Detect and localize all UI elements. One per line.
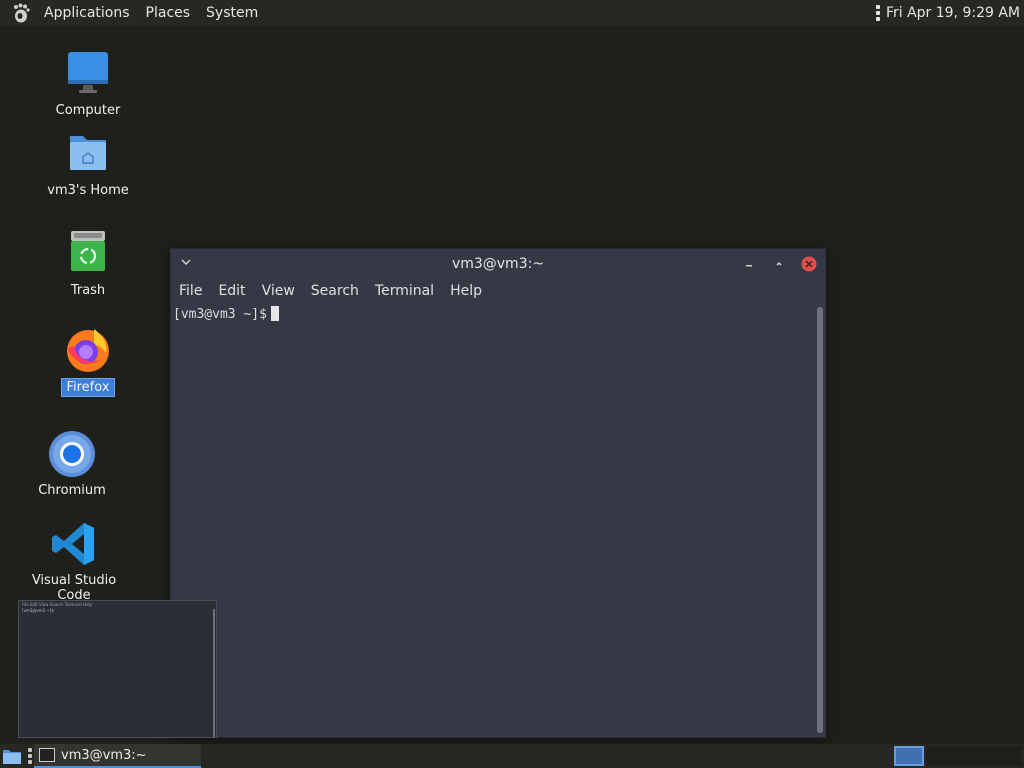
maximize-button[interactable]	[771, 256, 787, 272]
terminal-scrollbar[interactable]	[817, 307, 823, 733]
preview-prompt: [vm3@vm3 ~]$	[22, 608, 54, 613]
workspace-switcher-1[interactable]	[894, 746, 924, 766]
trash-icon	[64, 230, 112, 278]
gnome-foot-icon[interactable]	[10, 2, 32, 24]
chromium-icon	[48, 430, 96, 478]
menu-help[interactable]: Help	[442, 283, 490, 299]
window-title: vm3@vm3:~	[451, 256, 545, 272]
window-titlebar[interactable]: vm3@vm3:~	[171, 249, 825, 279]
desktop-icon-label: Trash	[70, 283, 106, 298]
menu-view[interactable]: View	[254, 283, 303, 299]
clock[interactable]: Fri Apr 19, 9:29 AM	[886, 5, 1020, 21]
preview-menubar: File Edit View Search Terminal Help	[22, 602, 93, 607]
desktop-icon-computer[interactable]: Computer	[33, 50, 143, 119]
taskbar-button-terminal[interactable]: vm3@vm3:~	[34, 744, 201, 768]
desktop-icon-firefox[interactable]: Firefox	[33, 326, 143, 397]
desktop-icon-label: Computer	[55, 103, 121, 118]
panel-handle-icon[interactable]	[28, 748, 32, 764]
places-menu[interactable]: Places	[138, 5, 199, 21]
minimize-button[interactable]	[741, 256, 757, 272]
shell-prompt: [vm3@vm3 ~]$	[173, 307, 267, 322]
terminal-window[interactable]: vm3@vm3:~ File Edit View Search Terminal…	[171, 249, 825, 737]
applications-menu[interactable]: Applications	[36, 5, 138, 21]
desktop-icon-label: vm3's Home	[47, 183, 129, 198]
terminal-output[interactable]: [vm3@vm3 ~]$	[171, 303, 815, 737]
menu-search[interactable]: Search	[303, 283, 367, 299]
desktop-icon-chromium[interactable]: Chromium	[17, 430, 127, 499]
workspace-switcher-2[interactable]	[926, 746, 1022, 766]
firefox-icon	[64, 326, 112, 374]
menu-edit[interactable]: Edit	[210, 283, 253, 299]
desktop-icon-label: Firefox	[61, 378, 115, 397]
terminal-icon	[39, 748, 55, 762]
window-preview-thumbnail[interactable]: File Edit View Search Terminal Help [vm3…	[18, 600, 217, 738]
show-desktop-icon[interactable]	[2, 747, 22, 765]
vscode-icon	[50, 520, 98, 568]
bottom-panel: vm3@vm3:~	[0, 744, 1024, 768]
menu-terminal[interactable]: Terminal	[367, 283, 442, 299]
desktop-icon-trash[interactable]: Trash	[33, 230, 143, 299]
text-cursor	[270, 306, 279, 321]
desktop-icon-label: Chromium	[38, 483, 106, 498]
desktop-icon-home[interactable]: vm3's Home	[33, 130, 143, 199]
preview-scrollbar	[213, 609, 215, 737]
terminal-menubar: File Edit View Search Terminal Help	[171, 279, 825, 303]
close-button[interactable]	[801, 256, 817, 272]
top-panel: Applications Places System Fri Apr 19, 9…	[0, 0, 1024, 26]
home-folder-icon	[64, 130, 112, 178]
computer-icon	[64, 50, 112, 98]
menu-file[interactable]: File	[171, 283, 210, 299]
taskbar-button-label: vm3@vm3:~	[61, 747, 147, 763]
system-menu[interactable]: System	[198, 5, 266, 21]
panel-handle-icon[interactable]	[875, 5, 880, 21]
desktop-icon-vscode[interactable]: Visual Studio Code	[19, 520, 129, 604]
